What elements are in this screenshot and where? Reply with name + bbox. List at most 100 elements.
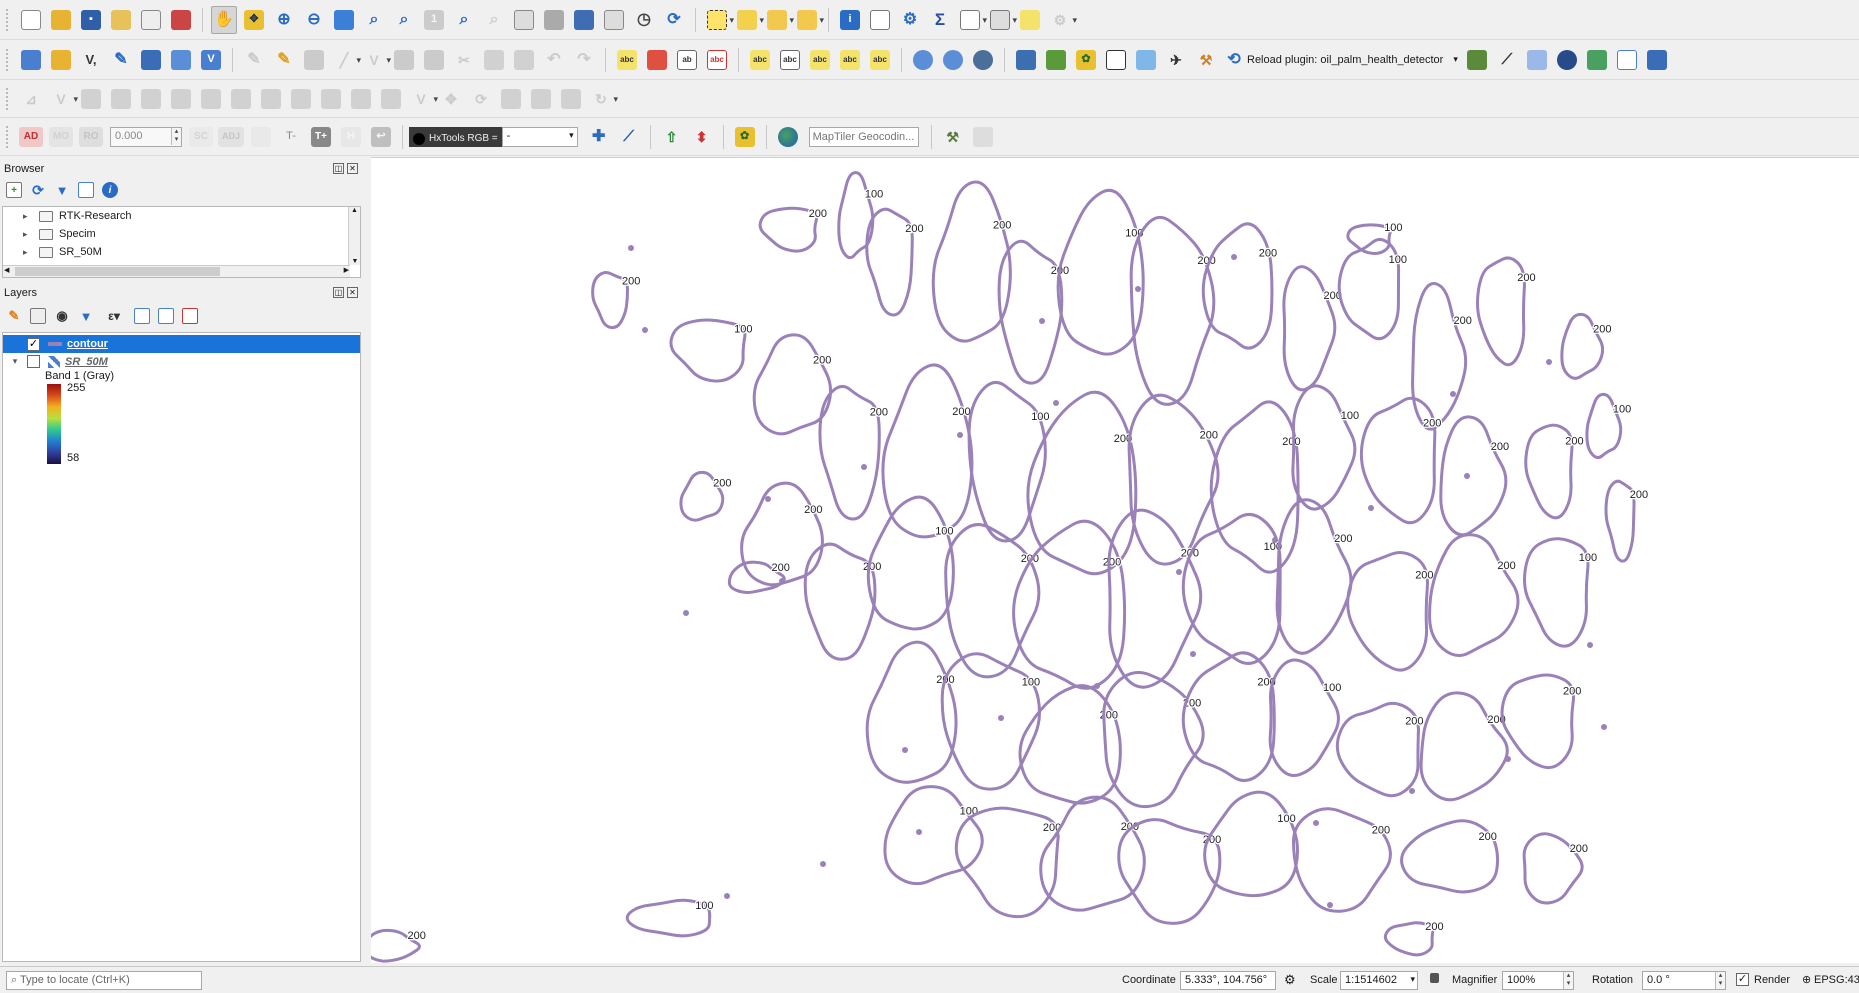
browser-item[interactable]: ▸ RTK-Research: [3, 207, 360, 225]
close-panel-icon[interactable]: ✕: [347, 287, 358, 298]
save-project-button[interactable]: ▪: [78, 6, 104, 34]
select-by-value-button[interactable]: [734, 6, 764, 34]
new-project-button[interactable]: [18, 6, 44, 34]
add-part-button[interactable]: [108, 85, 134, 113]
blank-button[interactable]: [248, 123, 274, 151]
plugin-earth-button[interactable]: [1554, 46, 1580, 74]
float-panel-icon[interactable]: ◫: [333, 287, 344, 298]
plugin-dots-button[interactable]: [1524, 46, 1550, 74]
zoom-out-button[interactable]: ⊖: [301, 6, 327, 34]
layer-visibility-checkbox[interactable]: [27, 355, 40, 368]
browser-item[interactable]: ▸ SR_50M: [3, 243, 360, 261]
add-ring-button[interactable]: [78, 85, 104, 113]
refresh-button[interactable]: ⟳: [661, 6, 687, 34]
print-layout-button[interactable]: [138, 6, 164, 34]
undo-button[interactable]: ↶: [541, 46, 567, 74]
temporal-controller-button[interactable]: ◷: [631, 6, 657, 34]
add-wms-button[interactable]: [138, 46, 164, 74]
reshape-button[interactable]: [228, 85, 254, 113]
delete-selected-button[interactable]: [421, 46, 447, 74]
crs-globe-icon[interactable]: ⊕: [1802, 973, 1811, 986]
change-label-button[interactable]: abc: [867, 46, 893, 74]
h-button[interactable]: H: [338, 123, 364, 151]
rotate-point-button[interactable]: ↻: [588, 85, 618, 113]
add-virtual-layer-button[interactable]: V: [198, 46, 224, 74]
north-arrow-button[interactable]: ⇧: [659, 123, 685, 151]
expand-arrow-icon[interactable]: ▸: [23, 229, 33, 240]
filter-legend-icon[interactable]: ▼: [78, 308, 94, 324]
chevron-down-icon[interactable]: ▾: [1453, 54, 1458, 65]
float-panel-icon[interactable]: ◫: [333, 163, 344, 174]
plugin-palm-button[interactable]: ✿: [1073, 46, 1099, 74]
rotate-label-button[interactable]: abc: [837, 46, 863, 74]
refresh-icon[interactable]: ⟳: [30, 182, 46, 198]
cut-features-button[interactable]: ✂: [451, 46, 477, 74]
plugin-butterfly-button[interactable]: [1584, 46, 1610, 74]
redo-button[interactable]: ↷: [571, 46, 597, 74]
zoom-full-button[interactable]: [331, 6, 357, 34]
mo-button[interactable]: MO: [48, 123, 74, 151]
data-source-manager-button[interactable]: [18, 46, 44, 74]
chevron-down-icon[interactable]: ▾: [569, 130, 574, 141]
t-minus-button[interactable]: T-: [278, 123, 304, 151]
show-hide-labels-button[interactable]: abc: [777, 46, 803, 74]
plugin-drone-button[interactable]: ✈: [1163, 46, 1189, 74]
georeferencer-button[interactable]: ⚒: [940, 123, 966, 151]
t-plus-button[interactable]: T+: [308, 123, 334, 151]
plugin-grid-button[interactable]: [1103, 46, 1129, 74]
vertex-add-button[interactable]: V: [408, 85, 438, 113]
filter-expression-icon[interactable]: ε▾: [102, 308, 126, 324]
reload-plugin-button[interactable]: ⟲ Reload plugin: oil_palm_health_detecto…: [1223, 46, 1460, 74]
hx-profile-button[interactable]: ✚: [586, 123, 612, 151]
layer-visibility-checkbox[interactable]: ✓: [27, 337, 40, 351]
zoom-in-button[interactable]: ⊕: [271, 6, 297, 34]
simplify-button[interactable]: [378, 85, 404, 113]
plugin-builder-button[interactable]: ⚒: [1193, 46, 1219, 74]
vertex-tool-button[interactable]: V: [361, 46, 391, 74]
map-canvas[interactable]: 200 100 200 200 200 100 200 200 200 100 200 200 200 1…: [371, 157, 1859, 963]
rotation-spinbox[interactable]: 0.0 ° ▴ ▾: [1642, 971, 1726, 990]
add-vector-layer-button[interactable]: [48, 46, 74, 74]
browser-item[interactable]: ▸ Specim: [3, 225, 360, 243]
move-label-button[interactable]: abc: [807, 46, 833, 74]
label-toolbar-button[interactable]: abc: [614, 46, 640, 74]
add-wcs-layer-button[interactable]: [970, 46, 996, 74]
digitize-angle-button[interactable]: ⊿: [18, 85, 44, 113]
zoom-last-button[interactable]: ⌕: [451, 6, 477, 34]
collapse-arrow-icon[interactable]: ▾: [3, 356, 27, 367]
merge-features-button[interactable]: [348, 85, 374, 113]
select-features-button[interactable]: [704, 6, 734, 34]
compass-button[interactable]: ⬍: [689, 123, 715, 151]
expand-arrow-icon[interactable]: ▸: [23, 211, 33, 222]
ro-button[interactable]: RO: [78, 123, 104, 151]
add-selected-icon[interactable]: +: [6, 182, 22, 198]
spin-arrows-icon[interactable]: ▴ ▾: [171, 127, 181, 145]
ad-button[interactable]: AD: [18, 123, 44, 151]
toggle-editing-button[interactable]: ✎: [271, 46, 297, 74]
show-bookmarks-button[interactable]: [601, 6, 627, 34]
zoom-to-layer-button[interactable]: ⌕: [391, 6, 417, 34]
back-button[interactable]: ↩: [368, 123, 394, 151]
pin-labels-button[interactable]: abc: [747, 46, 773, 74]
zoom-next-button[interactable]: ⌕: [481, 6, 507, 34]
scroll-right-icon[interactable]: ▶: [344, 266, 349, 274]
crs-label[interactable]: EPSG:43: [1814, 974, 1859, 986]
scroll-left-icon[interactable]: ◀: [4, 266, 9, 274]
sc-button[interactable]: SC: [188, 123, 214, 151]
filter-icon[interactable]: ▼: [54, 182, 70, 198]
identify-features-button[interactable]: i: [837, 6, 863, 34]
measure-button[interactable]: [987, 6, 1017, 34]
add-delimited-text-button[interactable]: V,: [78, 46, 104, 74]
spectral-plot-button[interactable]: ⟋: [616, 123, 642, 151]
palm-detector-button[interactable]: ✿: [732, 123, 758, 151]
layer-item-contour[interactable]: ✓ contour: [3, 335, 360, 353]
contour-map[interactable]: 200 100 200 200 200 100 200 200 200 100 200 200 200 1…: [371, 158, 1859, 963]
zoom-to-selection-button[interactable]: ⌕: [361, 6, 387, 34]
open-field-calculator-button[interactable]: [957, 6, 987, 34]
value-spinbox[interactable]: 0.000 ▴ ▾: [110, 126, 182, 147]
highlight-label-button[interactable]: ab: [674, 46, 700, 74]
scroll-thumb[interactable]: [15, 267, 220, 276]
statistical-summary-button[interactable]: Σ: [927, 6, 953, 34]
collapse-layers-icon[interactable]: [158, 308, 174, 324]
offset-curve-button[interactable]: [258, 85, 284, 113]
